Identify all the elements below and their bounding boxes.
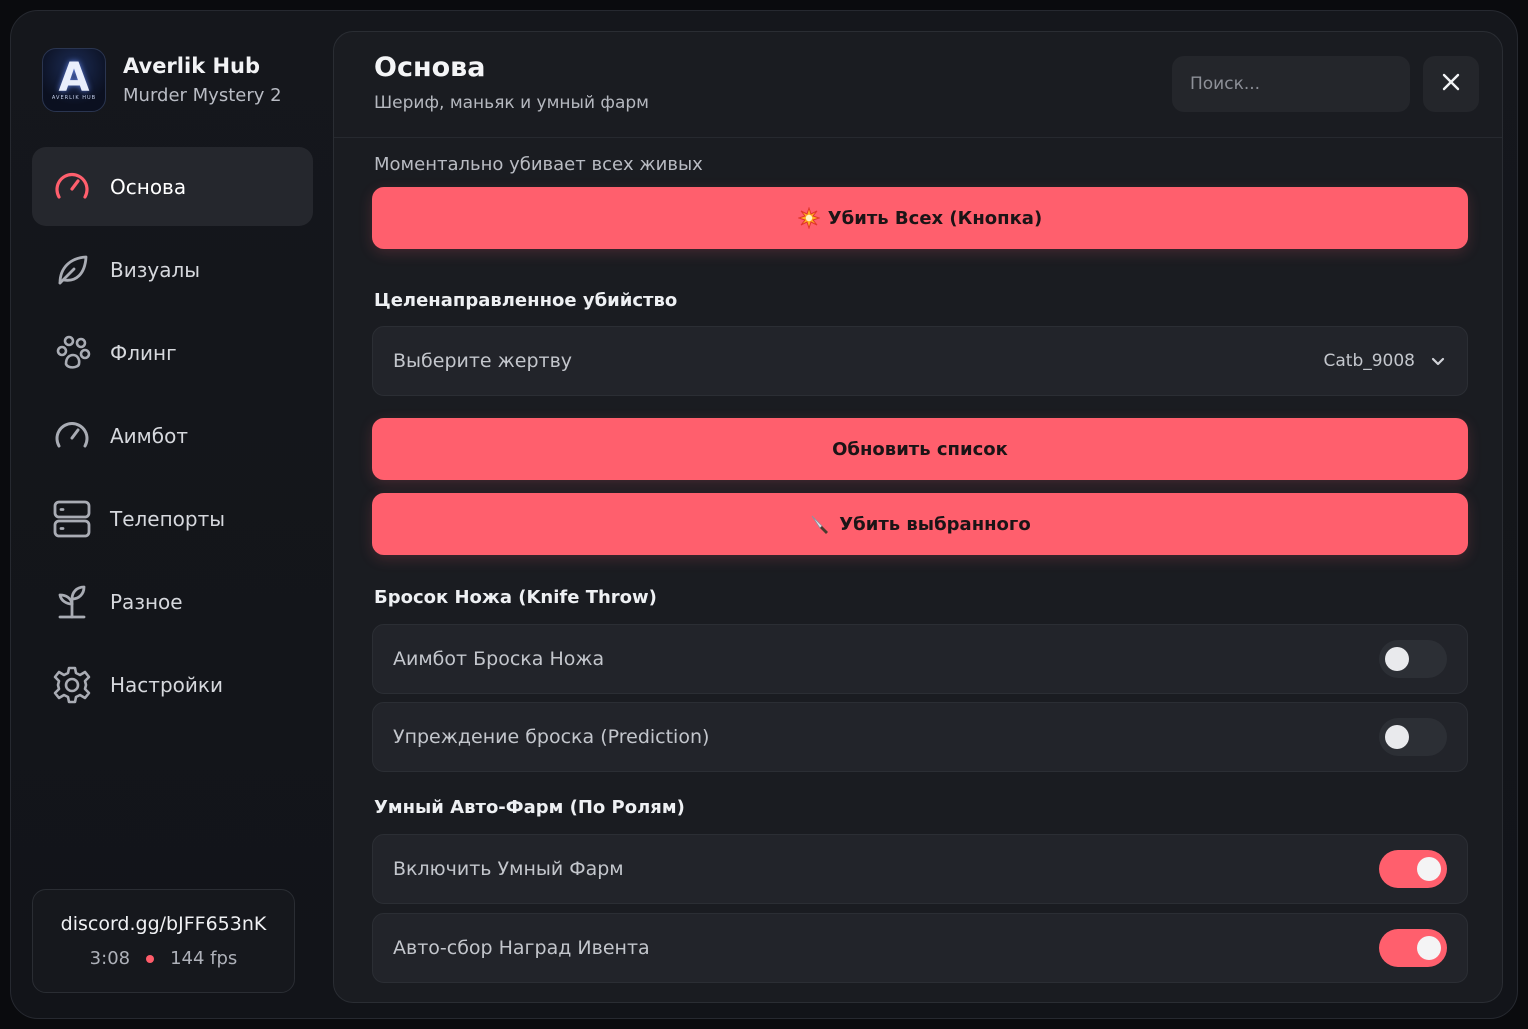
panel-header: Основа Шериф, маньяк и умный фарм — [334, 32, 1502, 138]
kill-all-button[interactable]: Убить Всех (Кнопка) — [372, 187, 1468, 249]
knife-icon — [809, 513, 831, 535]
stats-line: 3:08 144 fps — [33, 948, 294, 969]
toggle-knob — [1385, 647, 1409, 671]
discord-link[interactable]: discord.gg/bJFF653nK — [33, 913, 294, 935]
page-subtitle: Шериф, маньяк и умный фарм — [374, 93, 649, 113]
main-panel: Основа Шериф, маньяк и умный фарм Момент… — [333, 31, 1503, 1003]
sidebar-item-teleports[interactable]: Телепорты — [32, 479, 313, 558]
sidebar-item-label: Настройки — [110, 672, 223, 697]
sidebar-item-label: Разное — [110, 589, 183, 614]
speedometer-icon — [52, 167, 92, 207]
smart-farm-toggle[interactable] — [1379, 850, 1447, 888]
brand-name: Averlik Hub — [123, 54, 261, 78]
sidebar-nav: Основа Визуалы Флинг Аимбот Телепорты Ра… — [32, 147, 313, 728]
fps-readout: 144 fps — [170, 948, 238, 969]
knife-aimbot-label: Аимбот Броска Ножа — [393, 648, 605, 670]
event-rewards-row: Авто-сбор Наград Ивента — [372, 913, 1468, 983]
kill-all-label: Убить Всех (Кнопка) — [827, 207, 1043, 229]
sidebar-item-label: Телепорты — [110, 506, 226, 531]
sidebar-item-aimbot[interactable]: Аимбот — [32, 396, 313, 475]
sidebar-item-main[interactable]: Основа — [32, 147, 313, 226]
sidebar-item-settings[interactable]: Настройки — [32, 645, 313, 724]
section-title-farm: Умный Авто-Фарм (По Ролям) — [374, 797, 685, 818]
brand-text: Averlik Hub Murder Mystery 2 — [123, 54, 282, 106]
gear-icon — [52, 665, 92, 705]
smart-farm-row: Включить Умный Фарм — [372, 834, 1468, 904]
knife-aimbot-toggle[interactable] — [1379, 640, 1447, 678]
server-icon — [52, 499, 92, 539]
smart-farm-label: Включить Умный Фарм — [393, 858, 624, 880]
sidebar: A AVERLIK HUB Averlik Hub Murder Mystery… — [11, 11, 333, 1018]
prediction-row: Упреждение броска (Prediction) — [372, 702, 1468, 772]
sidebar-item-label: Основа — [110, 174, 187, 199]
chevron-down-icon[interactable] — [1429, 352, 1447, 370]
kill-selected-button[interactable]: Убить выбранного — [372, 493, 1468, 555]
sidebar-item-visuals[interactable]: Визуалы — [32, 230, 313, 309]
brand-game: Murder Mystery 2 — [123, 85, 282, 106]
event-rewards-label: Авто-сбор Наград Ивента — [393, 937, 650, 959]
sprout-icon — [52, 582, 92, 622]
prediction-toggle[interactable] — [1379, 718, 1447, 756]
sidebar-item-label: Визуалы — [110, 257, 201, 282]
app-window: A AVERLIK HUB Averlik Hub Murder Mystery… — [10, 10, 1518, 1019]
victim-select-value: Catb_9008 — [1323, 351, 1415, 371]
sidebar-item-label: Флинг — [110, 340, 177, 365]
status-dot — [146, 954, 155, 963]
close-button[interactable] — [1423, 56, 1479, 112]
app-logo: A AVERLIK HUB — [42, 48, 106, 112]
toggle-knob — [1385, 725, 1409, 749]
knife-aimbot-row: Аимбот Броска Ножа — [372, 624, 1468, 694]
brand: A AVERLIK HUB Averlik Hub Murder Mystery… — [42, 48, 282, 112]
paw-icon — [52, 333, 92, 373]
sidebar-item-misc[interactable]: Разное — [32, 562, 313, 641]
explosion-icon — [797, 207, 820, 229]
refresh-list-button[interactable]: Обновить список — [372, 418, 1468, 480]
sidebar-item-label: Аимбот — [110, 423, 188, 448]
page-title: Основа — [374, 52, 486, 83]
sidebar-item-fling[interactable]: Флинг — [32, 313, 313, 392]
refresh-list-label: Обновить список — [832, 438, 1008, 460]
section-title-knife: Бросок Ножа (Knife Throw) — [374, 587, 657, 608]
event-rewards-toggle[interactable] — [1379, 929, 1447, 967]
gauge-icon — [52, 416, 92, 456]
clock-readout: 3:08 — [89, 948, 131, 969]
search-input[interactable] — [1172, 56, 1410, 112]
logo-subtext: AVERLIK HUB — [51, 95, 97, 101]
status-card: discord.gg/bJFF653nK 3:08 144 fps — [32, 889, 295, 993]
kill-selected-label: Убить выбранного — [839, 513, 1031, 535]
kill-all-hint: Моментально убивает всех живых — [374, 154, 703, 175]
prediction-label: Упреждение броска (Prediction) — [393, 726, 710, 748]
victim-select-label: Выберите жертву — [393, 350, 573, 372]
leaf-icon — [52, 250, 92, 290]
victim-select[interactable]: Выберите жертву Catb_9008 — [372, 326, 1468, 396]
section-title-targeted: Целенаправленное убийство — [374, 290, 678, 311]
toggle-knob — [1417, 936, 1441, 960]
toggle-knob — [1417, 857, 1441, 881]
close-icon — [1441, 72, 1461, 96]
